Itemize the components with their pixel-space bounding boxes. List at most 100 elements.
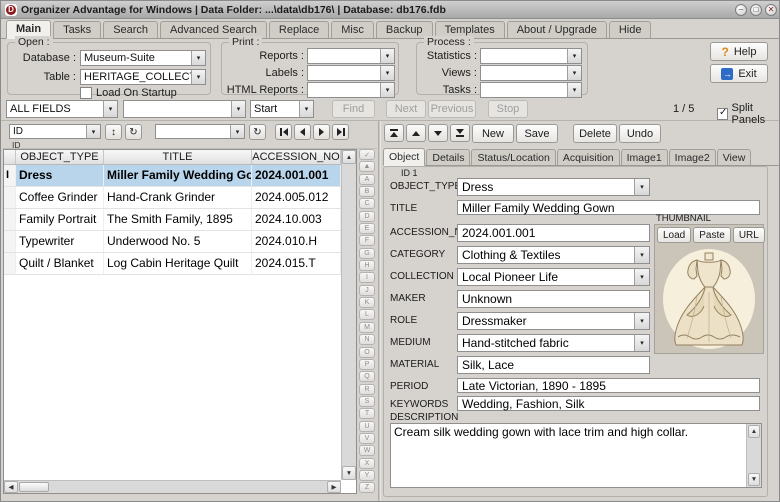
tab-details[interactable]: Details	[426, 149, 470, 165]
tab-status-location[interactable]: Status/Location	[471, 149, 555, 165]
scrollbar-thumb[interactable]	[19, 482, 49, 492]
alpha-button-b[interactable]: B	[359, 186, 375, 197]
search-mode-select[interactable]: Start ▾	[250, 100, 314, 118]
alpha-button-m[interactable]: M	[359, 322, 375, 333]
thumbnail-paste-button[interactable]: Paste	[693, 227, 731, 243]
statistics-select[interactable]: ▾	[480, 48, 582, 64]
alpha-up-button[interactable]: ▲	[359, 161, 375, 172]
chevron-down-icon[interactable]: ▾	[231, 101, 245, 117]
tab-hide[interactable]: Hide	[609, 21, 652, 38]
field-role[interactable]: Dressmaker▾	[457, 312, 650, 330]
html-reports-select[interactable]: ▾	[307, 82, 395, 98]
last-record-button[interactable]	[450, 124, 470, 142]
previous-record-button[interactable]	[406, 124, 426, 142]
alpha-button-h[interactable]: H	[359, 260, 375, 271]
alpha-button-s[interactable]: S	[359, 396, 375, 407]
tab-acquisition[interactable]: Acquisition	[557, 149, 620, 165]
scroll-up-icon[interactable]: ▲	[342, 150, 356, 164]
sort-field-select[interactable]: ID ▾	[9, 124, 101, 139]
table-select[interactable]: HERITAGE_COLLECTION ▾	[80, 69, 206, 85]
last-record-button[interactable]	[332, 124, 349, 140]
next-record-button[interactable]	[313, 124, 330, 140]
table-row[interactable]: Quilt / BlanketLog Cabin Heritage Quilt2…	[4, 253, 341, 275]
field-category[interactable]: Clothing & Textiles▾	[457, 246, 650, 264]
tab-view[interactable]: View	[717, 149, 752, 165]
chevron-down-icon[interactable]: ▾	[567, 66, 581, 80]
alpha-button-c[interactable]: C	[359, 198, 375, 209]
tab-misc[interactable]: Misc	[331, 21, 374, 38]
alpha-button-e[interactable]: E	[359, 223, 375, 234]
help-button[interactable]: ? Help	[710, 42, 768, 61]
table-row[interactable]: Coffee GrinderHand-Crank Grinder2024.005…	[4, 187, 341, 209]
database-select[interactable]: Museum-Suite ▾	[80, 50, 206, 66]
scroll-left-icon[interactable]: ◀	[4, 481, 18, 493]
alpha-button-o[interactable]: O	[359, 347, 375, 358]
thumbnail-load-button[interactable]: Load	[657, 227, 691, 243]
split-panels-checkbox[interactable]	[717, 108, 728, 120]
delete-button[interactable]: Delete	[573, 124, 617, 143]
field-material[interactable]: Silk, Lace	[457, 356, 650, 374]
search-field-select[interactable]: ALL FIELDS ▾	[6, 100, 118, 118]
field-maker[interactable]: Unknown	[457, 290, 650, 308]
tasks-select[interactable]: ▾	[480, 82, 582, 98]
tab-tasks[interactable]: Tasks	[53, 21, 101, 38]
close-icon[interactable]: ✕	[765, 4, 777, 16]
stop-button[interactable]: Stop	[488, 100, 528, 118]
field-title[interactable]: Miller Family Wedding Gown	[457, 200, 760, 215]
chevron-down-icon[interactable]: ▾	[380, 83, 394, 97]
scroll-down-icon[interactable]: ▼	[342, 466, 356, 480]
field-period[interactable]: Late Victorian, 1890 - 1895	[457, 378, 760, 393]
alpha-button-y[interactable]: Y	[359, 470, 375, 481]
alpha-button-r[interactable]: R	[359, 384, 375, 395]
alpha-button-a[interactable]: A	[359, 174, 375, 185]
tab-image1[interactable]: Image1	[621, 149, 668, 165]
sort-direction-button[interactable]: ↕	[105, 124, 122, 140]
chevron-down-icon[interactable]: ▾	[634, 179, 649, 195]
refresh-button[interactable]: ↻	[125, 124, 142, 140]
first-record-button[interactable]	[384, 124, 404, 142]
chevron-down-icon[interactable]: ▾	[634, 269, 649, 285]
reports-select[interactable]: ▾	[307, 48, 395, 64]
filter-input[interactable]: ▾	[155, 124, 245, 139]
chevron-down-icon[interactable]: ▾	[299, 101, 313, 117]
field-collection[interactable]: Local Pioneer Life▾	[457, 268, 650, 286]
alpha-button-k[interactable]: K	[359, 297, 375, 308]
alpha-button-g[interactable]: G	[359, 248, 375, 259]
chevron-down-icon[interactable]: ▾	[86, 125, 100, 138]
undo-button[interactable]: Undo	[619, 124, 661, 143]
grid-horizontal-scrollbar[interactable]: ◀ ▶	[4, 480, 341, 493]
previous-record-button[interactable]	[294, 124, 311, 140]
chevron-down-icon[interactable]: ▾	[380, 49, 394, 63]
tab-replace[interactable]: Replace	[269, 21, 329, 38]
scroll-right-icon[interactable]: ▶	[327, 481, 341, 493]
field-object-type[interactable]: Dress▾	[457, 178, 650, 196]
tab-search[interactable]: Search	[103, 21, 158, 38]
previous-button[interactable]: Previous	[428, 100, 476, 118]
labels-select[interactable]: ▾	[307, 65, 395, 81]
chevron-down-icon[interactable]: ▾	[191, 51, 205, 65]
chevron-down-icon[interactable]: ▾	[567, 83, 581, 97]
scroll-up-icon[interactable]: ▲	[748, 425, 760, 438]
scroll-down-icon[interactable]: ▼	[748, 473, 760, 486]
exit-button[interactable]: → Exit	[710, 64, 768, 83]
first-record-button[interactable]	[275, 124, 292, 140]
description-textarea[interactable]: Cream silk wedding gown with lace trim a…	[390, 423, 762, 488]
chevron-down-icon[interactable]: ▾	[103, 101, 117, 117]
field-accession-no[interactable]: 2024.001.001	[457, 224, 650, 242]
filter-refresh-button[interactable]: ↻	[249, 124, 266, 140]
tab-about-upgrade[interactable]: About / Upgrade	[507, 21, 607, 38]
tab-image2[interactable]: Image2	[669, 149, 716, 165]
alpha-button-w[interactable]: W	[359, 445, 375, 456]
table-row[interactable]: TypewriterUnderwood No. 52024.010.H	[4, 231, 341, 253]
views-select[interactable]: ▾	[480, 65, 582, 81]
alpha-button-d[interactable]: D	[359, 211, 375, 222]
column-header-title[interactable]: TITLE	[104, 150, 252, 164]
chevron-down-icon[interactable]: ▾	[634, 313, 649, 329]
chevron-down-icon[interactable]: ▾	[567, 49, 581, 63]
new-button[interactable]: New	[472, 124, 514, 143]
chevron-down-icon[interactable]: ▾	[634, 247, 649, 263]
alpha-button-v[interactable]: V	[359, 433, 375, 444]
chevron-down-icon[interactable]: ▾	[230, 125, 244, 138]
chevron-down-icon[interactable]: ▾	[634, 335, 649, 351]
field-keywords[interactable]: Wedding, Fashion, Silk	[457, 396, 760, 411]
